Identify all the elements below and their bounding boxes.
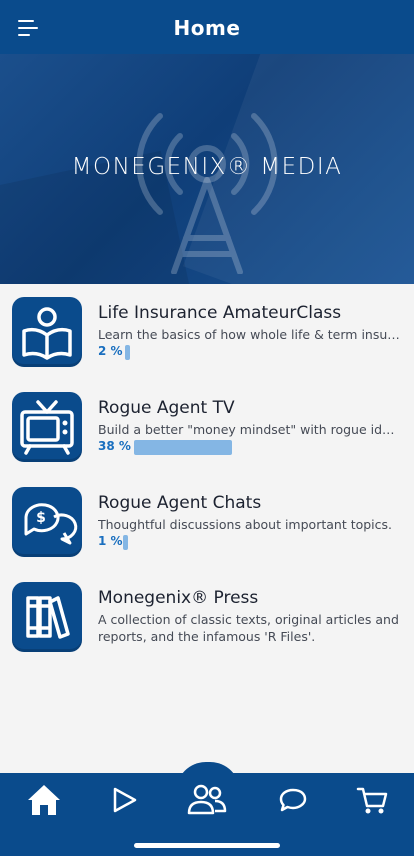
- progress-bar: [134, 440, 232, 455]
- list-item[interactable]: Life Insurance AmateurClass Learn the ba…: [0, 284, 414, 379]
- chat-icon[interactable]: [273, 780, 313, 820]
- hero-banner: MONEGENIX® MEDIA: [0, 54, 414, 284]
- community-icon[interactable]: [187, 780, 227, 820]
- money-chat-icon: $: [12, 487, 82, 557]
- reader-book-icon: [12, 297, 82, 367]
- television-icon: [12, 392, 82, 462]
- item-description: A collection of classic texts, original …: [98, 612, 399, 644]
- item-description: Build a better "money mindset" with rogu…: [98, 422, 400, 437]
- item-title: Monegenix® Press: [98, 588, 259, 608]
- list-item[interactable]: Monegenix® Press A collection of classic…: [0, 569, 414, 664]
- top-bar: Home: [0, 0, 414, 54]
- progress-label: 2 %: [98, 344, 123, 358]
- progress-bar: [123, 535, 128, 550]
- progress-label: 38 %: [98, 439, 131, 453]
- cart-icon[interactable]: [352, 780, 392, 820]
- home-icon[interactable]: [24, 780, 64, 820]
- progress-label: 1 %: [98, 534, 123, 548]
- item-description: Thoughtful discussions about important t…: [98, 517, 393, 532]
- hero-title: MONEGENIX® MEDIA: [71, 154, 343, 180]
- item-description: Learn the basics of how whole life & ter…: [98, 327, 400, 342]
- svg-text:$: $: [36, 510, 46, 526]
- item-title: Rogue Agent Chats: [98, 493, 262, 513]
- item-title: Rogue Agent TV: [98, 398, 235, 418]
- play-icon[interactable]: [104, 780, 144, 820]
- page-title: Home: [173, 16, 241, 40]
- list-item[interactable]: Rogue Agent TV Build a better "money min…: [0, 379, 414, 474]
- progress-bar: [125, 345, 130, 360]
- home-indicator: [134, 843, 280, 848]
- books-icon: [12, 582, 82, 652]
- item-title: Life Insurance AmateurClass: [98, 303, 342, 323]
- list-item[interactable]: $ Rogue Agent Chats Thoughtful discussio…: [0, 474, 414, 569]
